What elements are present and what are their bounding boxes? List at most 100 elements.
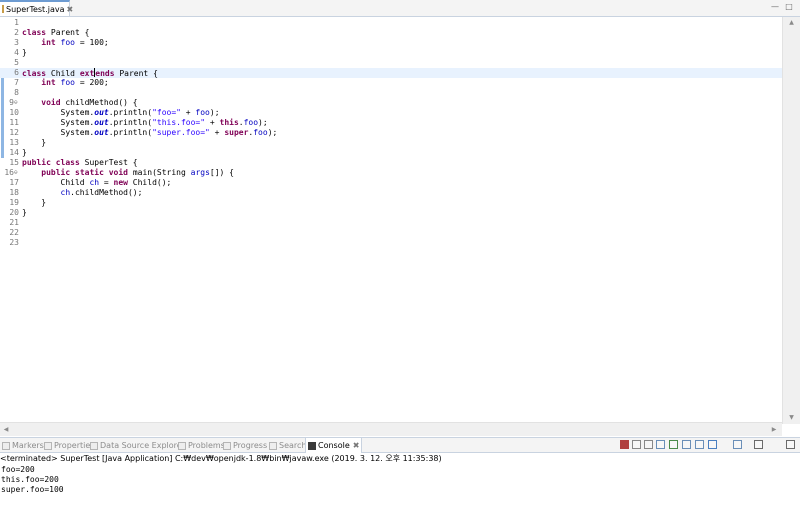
view-tab-label: Search bbox=[279, 441, 307, 450]
tab-data-source-explorer[interactable]: Data Source Explorer bbox=[90, 438, 185, 453]
code-token: ext bbox=[79, 69, 95, 78]
tab-console[interactable]: Console ✖ bbox=[305, 438, 363, 453]
word-wrap-icon[interactable] bbox=[682, 440, 691, 449]
code-line[interactable]: 20} bbox=[0, 208, 782, 218]
tab-markers[interactable]: Markers bbox=[2, 438, 44, 453]
code-token: int bbox=[41, 38, 56, 47]
line-number: 11 bbox=[9, 118, 19, 127]
code-line[interactable]: 4} bbox=[0, 48, 782, 58]
line-number: 14 bbox=[9, 148, 19, 157]
progress-icon bbox=[223, 441, 231, 450]
code-editor[interactable]: 1 2 class Parent {3 int foo = 100; 4} 5 6 clas… bbox=[0, 17, 782, 422]
console-output-line: this.foo=200 bbox=[1, 475, 59, 484]
code-line[interactable]: 9 ⊖ void childMethod() { bbox=[0, 98, 782, 108]
code-token: } bbox=[22, 48, 27, 57]
scroll-right-icon[interactable]: ▶ bbox=[768, 423, 780, 436]
pin-console-icon[interactable] bbox=[695, 440, 704, 449]
show-console-on-output-icon[interactable] bbox=[669, 440, 678, 449]
scroll-down-icon[interactable]: ▼ bbox=[783, 412, 800, 424]
tab-search[interactable]: Search bbox=[269, 438, 306, 453]
code-text: int foo = 100; bbox=[22, 38, 108, 48]
line-number: 23 bbox=[9, 238, 19, 247]
close-icon[interactable]: ✖ bbox=[353, 441, 360, 450]
code-line[interactable]: 10 System.out.println("foo=" + foo); bbox=[0, 108, 782, 118]
code-token: public bbox=[41, 168, 71, 177]
code-line[interactable]: 12 System.out.println("super.foo=" + sup… bbox=[0, 128, 782, 138]
horizontal-scrollbar[interactable]: ◀ ▶ bbox=[0, 422, 782, 436]
code-token: = bbox=[99, 178, 114, 187]
code-line[interactable]: 18 ch.childMethod(); bbox=[0, 188, 782, 198]
maximize-icon[interactable]: □ bbox=[784, 2, 794, 12]
code-line[interactable]: 23 bbox=[0, 238, 782, 248]
remove-all-terminated-icon[interactable] bbox=[644, 440, 653, 449]
code-line[interactable]: 19 } bbox=[0, 198, 782, 208]
code-token: args bbox=[190, 168, 210, 177]
scroll-up-icon[interactable]: ▲ bbox=[783, 17, 800, 29]
code-line[interactable]: 22 bbox=[0, 228, 782, 238]
remove-launch-icon[interactable] bbox=[632, 440, 641, 449]
tab-problems[interactable]: Problems bbox=[178, 438, 225, 453]
code-line[interactable]: 1 bbox=[0, 18, 782, 28]
code-token: "foo=" bbox=[152, 108, 181, 117]
line-number: 16 bbox=[4, 168, 14, 177]
code-token: public bbox=[22, 158, 51, 167]
terminate-icon[interactable] bbox=[620, 440, 629, 449]
code-token: out bbox=[94, 108, 109, 117]
code-line[interactable]: 14} bbox=[0, 148, 782, 158]
code-token: Child bbox=[22, 178, 90, 187]
code-line[interactable]: 7 int foo = 200; bbox=[0, 78, 782, 88]
editor-tab-label: SuperTest.java bbox=[6, 4, 65, 14]
tab-progress[interactable]: Progress bbox=[223, 438, 267, 453]
code-line[interactable]: 3 int foo = 100; bbox=[0, 38, 782, 48]
code-text: } bbox=[22, 48, 27, 58]
code-token: this bbox=[219, 118, 239, 127]
code-token: .println( bbox=[108, 118, 153, 127]
line-number: 3 bbox=[14, 38, 19, 47]
code-token: } bbox=[22, 208, 27, 217]
scroll-lock-icon[interactable] bbox=[656, 440, 665, 449]
code-line[interactable]: 11 System.out.println("this.foo=" + this… bbox=[0, 118, 782, 128]
vertical-scrollbar[interactable]: ▲ ▼ bbox=[782, 17, 800, 424]
code-line[interactable]: 15 public class SuperTest { bbox=[0, 158, 782, 168]
code-text: int foo = 200; bbox=[22, 78, 109, 88]
code-text: void childMethod() { bbox=[22, 98, 137, 108]
display-selected-console-icon[interactable] bbox=[708, 440, 717, 449]
code-token: = 200; bbox=[75, 78, 109, 87]
line-number: 19 bbox=[9, 198, 19, 207]
console-output[interactable]: foo=200 this.foo=200 super.foo=100 bbox=[0, 465, 800, 518]
console-icon bbox=[308, 441, 316, 450]
code-token: []) { bbox=[209, 168, 234, 177]
console-output-line: super.foo=100 bbox=[1, 485, 64, 494]
fold-icon[interactable]: ⊖ bbox=[14, 98, 18, 108]
line-number: 7 bbox=[14, 78, 19, 87]
view-tab-label: Data Source Explorer bbox=[100, 441, 185, 450]
line-number: 10 bbox=[9, 108, 19, 117]
code-line[interactable]: 2 class Parent { bbox=[0, 28, 782, 38]
code-token: "super.foo=" bbox=[152, 128, 210, 137]
code-token: Child bbox=[46, 69, 80, 78]
minimize-icon[interactable]: — bbox=[770, 2, 780, 12]
code-line[interactable]: 13 } bbox=[0, 138, 782, 148]
code-line[interactable]: 16 ⊖ public static void main(String args[… bbox=[0, 168, 782, 178]
scroll-left-icon[interactable]: ◀ bbox=[0, 423, 12, 436]
code-token: new bbox=[113, 178, 128, 187]
maximize-view-icon[interactable] bbox=[786, 440, 795, 449]
code-token: super bbox=[224, 128, 249, 137]
code-token: } bbox=[22, 138, 47, 147]
code-line[interactable]: 8 bbox=[0, 88, 782, 98]
code-token: main(String bbox=[128, 168, 191, 177]
minimize-view-icon[interactable] bbox=[754, 440, 763, 449]
fold-icon[interactable]: ⊖ bbox=[14, 168, 18, 178]
editor-tab-supertest[interactable]: SuperTest.java ✖ bbox=[0, 0, 73, 16]
code-line[interactable]: 6 class Child extends Parent { bbox=[0, 68, 782, 78]
close-icon[interactable]: ✖ bbox=[67, 5, 74, 14]
code-token: static bbox=[75, 168, 104, 177]
line-number: 4 bbox=[14, 48, 19, 57]
tab-properties[interactable]: Properties bbox=[44, 438, 94, 453]
code-line[interactable]: 21 bbox=[0, 218, 782, 228]
code-token: out bbox=[94, 118, 109, 127]
open-console-icon[interactable] bbox=[733, 440, 742, 449]
code-line[interactable]: 5 bbox=[0, 58, 782, 68]
code-line[interactable]: 17 Child ch = new Child(); bbox=[0, 178, 782, 188]
